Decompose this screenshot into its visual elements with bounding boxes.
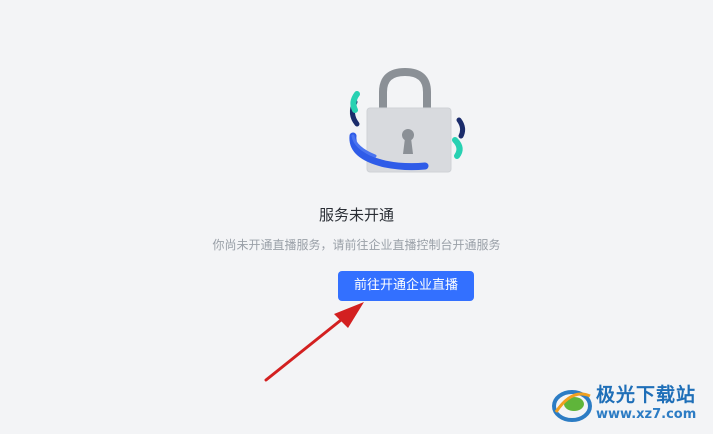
lock-icon — [349, 67, 466, 173]
empty-state-title: 服务未开通 — [318, 206, 394, 224]
watermark-logo-icon — [552, 390, 592, 422]
annotation-arrow — [264, 302, 364, 382]
page: 服务未开通 你尚未开通直播服务，请前往企业直播控制台开通服务 前往开通企业直播 … — [0, 0, 713, 434]
watermark: 极光下载站 www.xz7.com — [548, 376, 710, 430]
watermark-url: www.xz7.com — [596, 407, 697, 422]
open-live-service-button[interactable]: 前往开通企业直播 — [338, 271, 474, 301]
empty-state-description: 你尚未开通直播服务，请前往企业直播控制台开通服务 — [212, 238, 501, 252]
watermark-name: 极光下载站 — [596, 384, 697, 406]
